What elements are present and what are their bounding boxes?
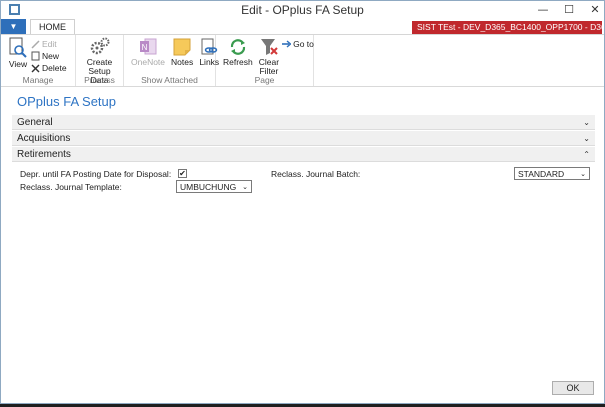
refresh-icon	[230, 39, 245, 55]
check-icon: ✔	[179, 169, 186, 178]
ribbon-group-manage: View Edit New Delete Manage	[1, 35, 76, 86]
title-bar: Edit - OPplus FA Setup — ☐ ✕	[1, 1, 604, 19]
dropdown-arrow-icon: ▼	[9, 22, 18, 31]
delete-icon	[31, 64, 40, 72]
fasttab-general-label: General	[17, 116, 53, 128]
view-icon	[9, 37, 27, 58]
application-menu-button[interactable]: ▼	[1, 19, 26, 34]
fasttab-general[interactable]: General ⌄	[12, 115, 595, 130]
depr-until-checkbox[interactable]: ✔	[178, 169, 187, 178]
close-button[interactable]: ✕	[588, 3, 602, 16]
notes-label: Notes	[171, 57, 194, 67]
chevron-up-icon: ⌃	[583, 149, 590, 159]
go-to-label: Go to	[293, 39, 314, 49]
company-badge: SIST TEst - DEV_D365_BC1400_OPP1700 - D3…	[412, 21, 602, 34]
reclass-batch-label: Reclass. Journal Batch:	[271, 169, 361, 179]
edit-window: Edit - OPplus FA Setup — ☐ ✕ ▼ HOME SIST…	[0, 0, 605, 404]
notes-icon	[173, 38, 191, 56]
svg-text:N: N	[142, 43, 148, 52]
fasttab-retirements[interactable]: Retirements ⌃	[12, 147, 595, 162]
ribbon-group-show-attached: N OneNote Notes Links Show Attached	[124, 35, 219, 86]
ribbon: View Edit New Delete Manage Create Setup…	[1, 35, 604, 87]
chevron-down-icon: ⌄	[242, 182, 248, 191]
group-label-page: Page	[254, 75, 275, 85]
go-to-button[interactable]: Go to	[282, 39, 314, 49]
delete-label: Delete	[42, 63, 67, 73]
arrow-right-icon	[282, 40, 292, 48]
pencil-icon	[31, 39, 40, 49]
onenote-icon: N	[140, 38, 157, 55]
ribbon-tab-row: ▼ HOME SIST TEst - DEV_D365_BC1400_OPP17…	[1, 19, 604, 35]
new-label: New	[42, 51, 60, 61]
group-label-show-attached: Show Attached	[141, 75, 198, 85]
new-button[interactable]: New	[31, 51, 67, 61]
reclass-template-label: Reclass. Journal Template:	[20, 182, 122, 192]
ribbon-group-process: Create Setup Data Process	[76, 35, 124, 86]
tab-home[interactable]: HOME	[30, 19, 75, 34]
reclass-batch-value: STANDARD	[518, 168, 565, 179]
ribbon-group-page: Refresh Clear Filter Go to Page	[216, 35, 314, 86]
chevron-down-icon: ⌄	[583, 117, 590, 127]
group-label-manage: Manage	[22, 75, 54, 85]
edit-label: Edit	[42, 39, 57, 49]
window-controls: — ☐ ✕	[536, 3, 602, 16]
clear-filter-icon	[260, 39, 278, 55]
page-title: OPplus FA Setup	[17, 94, 117, 109]
app-icon	[9, 4, 20, 15]
refresh-label: Refresh	[223, 57, 253, 67]
reclass-template-select[interactable]: UMBUCHUNG ⌄	[176, 180, 252, 193]
group-label-process: Process	[84, 75, 115, 85]
chevron-down-icon: ⌄	[583, 133, 590, 143]
delete-button[interactable]: Delete	[31, 63, 67, 73]
onenote-label: OneNote	[131, 57, 166, 67]
ok-button[interactable]: OK	[552, 381, 594, 395]
window-title: Edit - OPplus FA Setup	[241, 3, 364, 17]
gears-icon	[90, 37, 109, 55]
depr-until-label: Depr. until FA Posting Date for Disposal…	[20, 169, 172, 179]
maximize-button[interactable]: ☐	[562, 3, 576, 16]
reclass-batch-select[interactable]: STANDARD ⌄	[514, 167, 590, 180]
fasttab-retirements-label: Retirements	[17, 148, 71, 160]
reclass-template-value: UMBUCHUNG	[180, 181, 237, 192]
fasttab-acquisitions-label: Acquisitions	[17, 132, 71, 144]
view-label: View	[8, 59, 28, 69]
chevron-down-icon: ⌄	[580, 169, 586, 178]
minimize-button[interactable]: —	[536, 3, 550, 16]
new-document-icon	[31, 51, 40, 61]
fasttab-acquisitions[interactable]: Acquisitions ⌄	[12, 131, 595, 146]
edit-button[interactable]: Edit	[31, 39, 67, 49]
